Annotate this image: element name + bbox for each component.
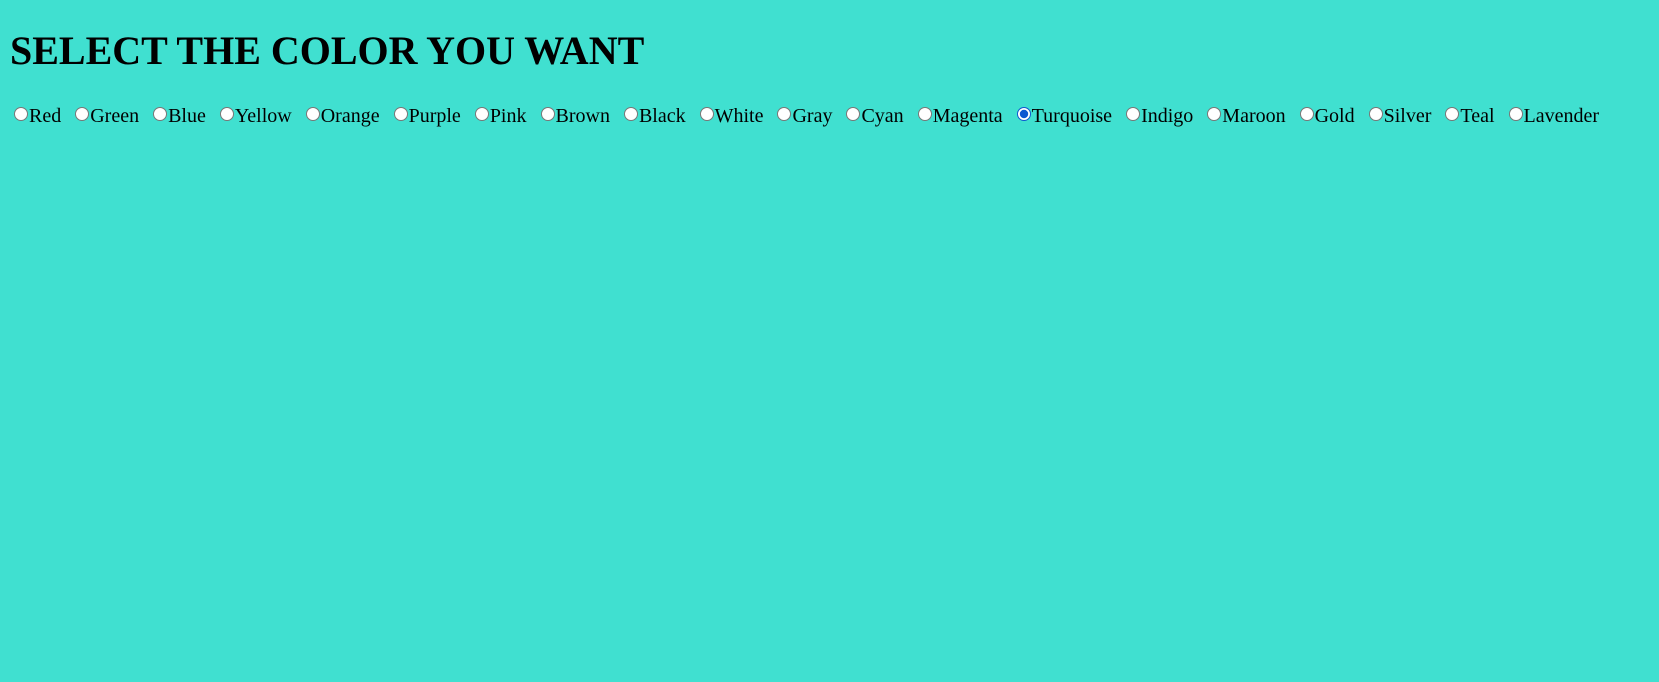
color-radio-indigo[interactable]: [1126, 107, 1141, 121]
color-radio-orange[interactable]: [305, 107, 320, 121]
color-label-orange: Orange: [320, 105, 380, 127]
color-label-teal: Teal: [1460, 105, 1495, 127]
color-option-brown[interactable]: Brown: [537, 104, 610, 128]
color-radio-purple[interactable]: [393, 107, 408, 121]
color-option-lavender[interactable]: Lavender: [1505, 104, 1600, 128]
color-radio-red[interactable]: [14, 107, 28, 121]
color-option-white[interactable]: White: [696, 104, 764, 128]
color-label-pink: Pink: [489, 105, 527, 127]
color-option-maroon[interactable]: Maroon: [1203, 104, 1286, 128]
color-option-red[interactable]: Red: [10, 104, 61, 128]
color-option-blue[interactable]: Blue: [149, 104, 206, 128]
color-label-white: White: [714, 105, 764, 127]
color-radio-teal[interactable]: [1445, 107, 1460, 121]
color-label-purple: Purple: [408, 105, 461, 127]
color-option-magenta[interactable]: Magenta: [914, 104, 1003, 128]
color-radio-cyan[interactable]: [846, 107, 861, 121]
color-option-pink[interactable]: Pink: [471, 104, 527, 128]
color-option-silver[interactable]: Silver: [1365, 104, 1432, 128]
color-radio-brown[interactable]: [540, 107, 555, 121]
color-option-yellow[interactable]: Yellow: [216, 104, 292, 128]
color-radio-black[interactable]: [623, 107, 638, 121]
color-radio-yellow[interactable]: [219, 107, 234, 121]
color-option-indigo[interactable]: Indigo: [1122, 104, 1193, 128]
color-label-green: Green: [90, 105, 140, 127]
color-label-red: Red: [29, 105, 62, 127]
page-title: SELECT THE COLOR YOU WANT: [10, 28, 645, 73]
color-label-cyan: Cyan: [861, 105, 904, 127]
color-radio-group: Red Green Blue Yellow Orange Purple Pink: [10, 104, 1659, 128]
page: SELECT THE COLOR YOU WANT Red Green Blue…: [0, 0, 1659, 128]
color-label-gold: Gold: [1314, 105, 1355, 127]
color-radio-silver[interactable]: [1368, 107, 1383, 121]
color-label-silver: Silver: [1383, 105, 1432, 127]
color-option-turquoise[interactable]: Turquoise: [1013, 104, 1112, 128]
color-option-teal[interactable]: Teal: [1441, 104, 1495, 128]
color-label-yellow: Yellow: [234, 105, 292, 127]
color-option-cyan[interactable]: Cyan: [842, 104, 904, 128]
color-option-black[interactable]: Black: [620, 104, 686, 128]
color-label-turquoise: Turquoise: [1031, 105, 1113, 127]
color-radio-gold[interactable]: [1299, 107, 1314, 121]
color-label-brown: Brown: [555, 105, 610, 127]
color-option-orange[interactable]: Orange: [302, 104, 380, 128]
color-label-blue: Blue: [168, 105, 206, 127]
color-label-maroon: Maroon: [1222, 105, 1286, 127]
color-option-green[interactable]: Green: [71, 104, 139, 128]
color-option-gold[interactable]: Gold: [1296, 104, 1355, 128]
color-label-indigo: Indigo: [1141, 105, 1194, 127]
color-radio-lavender[interactable]: [1508, 107, 1523, 121]
color-radio-white[interactable]: [699, 107, 714, 121]
color-radio-green[interactable]: [75, 107, 90, 121]
color-label-lavender: Lavender: [1523, 105, 1600, 127]
color-radio-maroon[interactable]: [1207, 107, 1222, 121]
color-option-purple[interactable]: Purple: [390, 104, 461, 128]
color-radio-turquoise[interactable]: [1016, 107, 1031, 121]
color-radio-magenta[interactable]: [917, 107, 932, 121]
color-label-gray: Gray: [792, 105, 833, 127]
color-label-black: Black: [638, 105, 686, 127]
color-label-magenta: Magenta: [932, 105, 1003, 127]
color-radio-pink[interactable]: [474, 107, 489, 121]
color-option-gray[interactable]: Gray: [773, 104, 832, 128]
color-radio-blue[interactable]: [153, 107, 168, 121]
color-radio-gray[interactable]: [777, 107, 792, 121]
